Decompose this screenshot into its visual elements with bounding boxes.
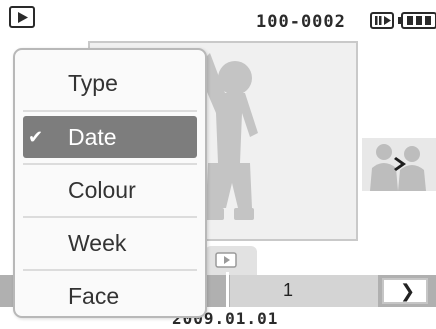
position-marker [226,272,229,308]
page-number: 1 [283,280,294,300]
navigation-bar-segment [230,275,378,307]
menu-item-label: Date [68,124,117,150]
menu-item-label: Week [68,230,127,256]
camera-playback-screen: 100-0002 1 ❯ 2009.01.01 Type ✔ Date Colo… [0,0,436,329]
menu-item-type[interactable]: Type [15,58,205,110]
menu-item-date[interactable]: ✔ Date [15,112,205,164]
file-number: 100-0002 [256,12,346,32]
menu-item-label: Face [68,283,120,309]
menu-item-week[interactable]: Week [15,218,205,270]
menu-item-colour[interactable]: Colour [15,165,205,217]
menu-item-label: Colour [68,177,136,203]
playback-mode-icon[interactable] [9,6,35,28]
menu-item-face[interactable]: Face [15,271,205,323]
menu-item-label: Type [68,70,118,96]
battery-full-icon [398,12,436,29]
next-button[interactable]: ❯ [382,278,428,304]
next-arrow-icon: ❯ [400,281,416,302]
sort-menu: Type ✔ Date Colour Week Face [13,48,207,318]
check-icon: ✔ [28,127,44,148]
folder-tab-icon [215,252,237,268]
next-photo-thumbnail[interactable] [362,138,436,191]
internal-memory-icon [370,12,394,29]
